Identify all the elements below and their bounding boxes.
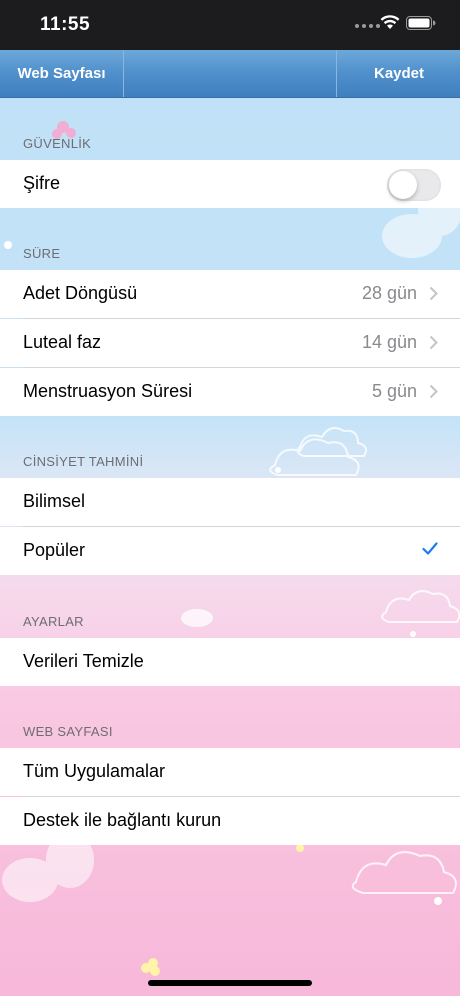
navigation-bar: Web Sayfası Kaydet: [0, 50, 460, 98]
section-header-duration: SÜRE: [23, 246, 61, 261]
all-apps-row[interactable]: Tüm Uygulamalar: [0, 748, 460, 796]
status-time: 11:55: [40, 14, 91, 35]
chevron-right-icon: [429, 335, 438, 350]
popular-option-row[interactable]: Popüler: [0, 527, 460, 575]
section-header-gender-prediction: CİNSİYET TAHMİNİ: [23, 454, 144, 469]
chevron-right-icon: [429, 286, 438, 301]
checkmark-icon: [422, 542, 438, 555]
scientific-option-row[interactable]: Bilimsel: [0, 478, 460, 526]
cellular-signal-icon: [355, 24, 380, 28]
contact-support-row[interactable]: Destek ile bağlantı kurun: [0, 797, 460, 845]
web-page-button[interactable]: Web Sayfası: [0, 50, 124, 97]
popular-option-label: Popüler: [23, 540, 86, 560]
battery-icon: [406, 16, 436, 30]
cycle-length-row[interactable]: Adet Döngüsü 28 gün: [0, 270, 460, 318]
save-button[interactable]: Kaydet: [336, 50, 460, 97]
contact-support-label: Destek ile bağlantı kurun: [23, 810, 222, 830]
period-length-row[interactable]: Menstruasyon Süresi 5 gün: [0, 368, 460, 416]
password-toggle[interactable]: [387, 169, 441, 201]
scientific-option-label: Bilimsel: [23, 491, 86, 511]
period-length-value: 5 gün: [371, 381, 417, 401]
wifi-icon: [380, 15, 400, 29]
home-indicator: [148, 980, 312, 986]
luteal-phase-value: 14 gün: [361, 332, 417, 352]
password-row: Şifre: [0, 160, 460, 208]
section-header-website: WEB SAYFASI: [23, 724, 113, 739]
all-apps-label: Tüm Uygulamalar: [23, 761, 166, 781]
period-length-label: Menstruasyon Süresi: [23, 381, 193, 401]
status-bar: 11:55: [0, 0, 460, 50]
section-header-settings: AYARLAR: [23, 614, 84, 629]
cycle-length-label: Adet Döngüsü: [23, 283, 138, 303]
luteal-phase-row[interactable]: Luteal faz 14 gün: [0, 319, 460, 367]
clear-data-row[interactable]: Verileri Temizle: [0, 638, 460, 686]
chevron-right-icon: [429, 384, 438, 399]
luteal-phase-label: Luteal faz: [23, 332, 102, 352]
clear-data-label: Verileri Temizle: [23, 651, 144, 671]
password-label: Şifre: [23, 173, 61, 193]
section-header-security: GÜVENLİK: [23, 136, 92, 151]
cycle-length-value: 28 gün: [361, 283, 417, 303]
toggle-knob: [389, 171, 417, 199]
